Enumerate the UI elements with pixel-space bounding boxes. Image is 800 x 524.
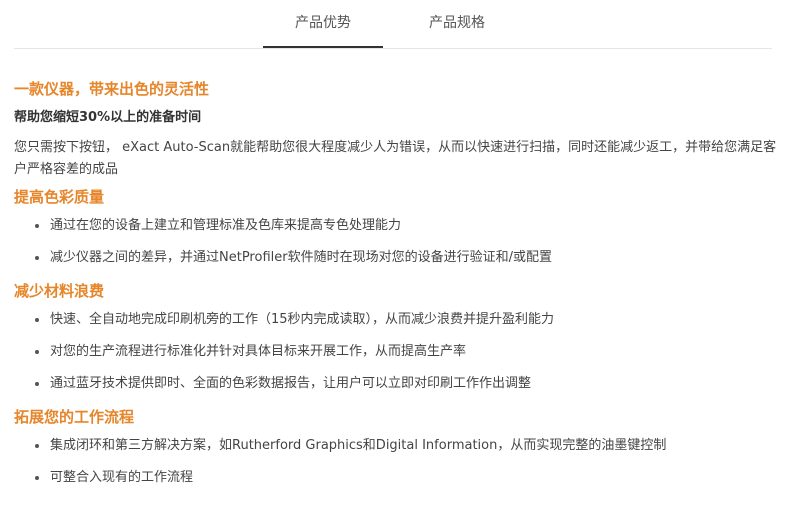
section-reduce-waste: 减少材料浪费 快速、全自动地完成印刷机旁的工作（15秒内完成读取），从而减少浪费… <box>14 281 784 393</box>
bullet-list: 通过在您的设备上建立和管理标准及色库来提高专色处理能力 减少仪器之间的差异，并通… <box>14 217 784 267</box>
list-item: 通过蓝牙技术提供即时、全面的色彩数据报告，让用户可以立即对印刷工作作出调整 <box>14 375 784 393</box>
list-item: 可整合入现有的工作流程 <box>14 469 784 487</box>
list-item: 通过在您的设备上建立和管理标准及色库来提高专色处理能力 <box>14 217 784 235</box>
list-item: 快速、全自动地完成印刷机旁的工作（15秒内完成读取），从而减少浪费并提升盈利能力 <box>14 311 784 329</box>
list-item: 集成闭环和第三方解决方案，如Rutherford Graphics和Digita… <box>14 437 784 455</box>
section-subtitle: 帮助您缩短30%以上的准备时间 <box>14 110 202 125</box>
section-title: 提高色彩质量 <box>14 188 105 206</box>
section-title: 减少材料浪费 <box>14 282 105 300</box>
tab-bar: 产品优势 产品规格 <box>14 0 772 49</box>
section-workflow: 拓展您的工作流程 集成闭环和第三方解决方案，如Rutherford Graphi… <box>14 407 784 487</box>
list-item: 减少仪器之间的差异，并通过NetProfiler软件随时在现场对您的设备进行验证… <box>14 249 784 267</box>
bullet-list: 快速、全自动地完成印刷机旁的工作（15秒内完成读取），从而减少浪费并提升盈利能力… <box>14 311 784 393</box>
section-color-quality: 提高色彩质量 通过在您的设备上建立和管理标准及色库来提高专色处理能力 减少仪器之… <box>14 187 784 267</box>
section-title: 一款仪器，带来出色的灵活性 <box>14 80 210 98</box>
section-paragraph: 您只需按下按钮， eXact Auto-Scan就能帮助您很大程度减少人为错误，… <box>14 140 777 177</box>
tab-product-specs[interactable]: 产品规格 <box>407 0 507 46</box>
advantages-panel: 一款仪器，带来出色的灵活性 帮助您缩短30%以上的准备时间 您只需按下按钮， e… <box>0 49 784 487</box>
section-title: 拓展您的工作流程 <box>14 408 135 426</box>
list-item: 对您的生产流程进行标准化并针对具体目标来开展工作，从而提高生产率 <box>14 343 784 361</box>
bullet-list: 集成闭环和第三方解决方案，如Rutherford Graphics和Digita… <box>14 437 784 487</box>
tab-product-advantages[interactable]: 产品优势 <box>263 0 383 48</box>
section-flexibility: 一款仪器，带来出色的灵活性 帮助您缩短30%以上的准备时间 您只需按下按钮， e… <box>14 79 784 181</box>
